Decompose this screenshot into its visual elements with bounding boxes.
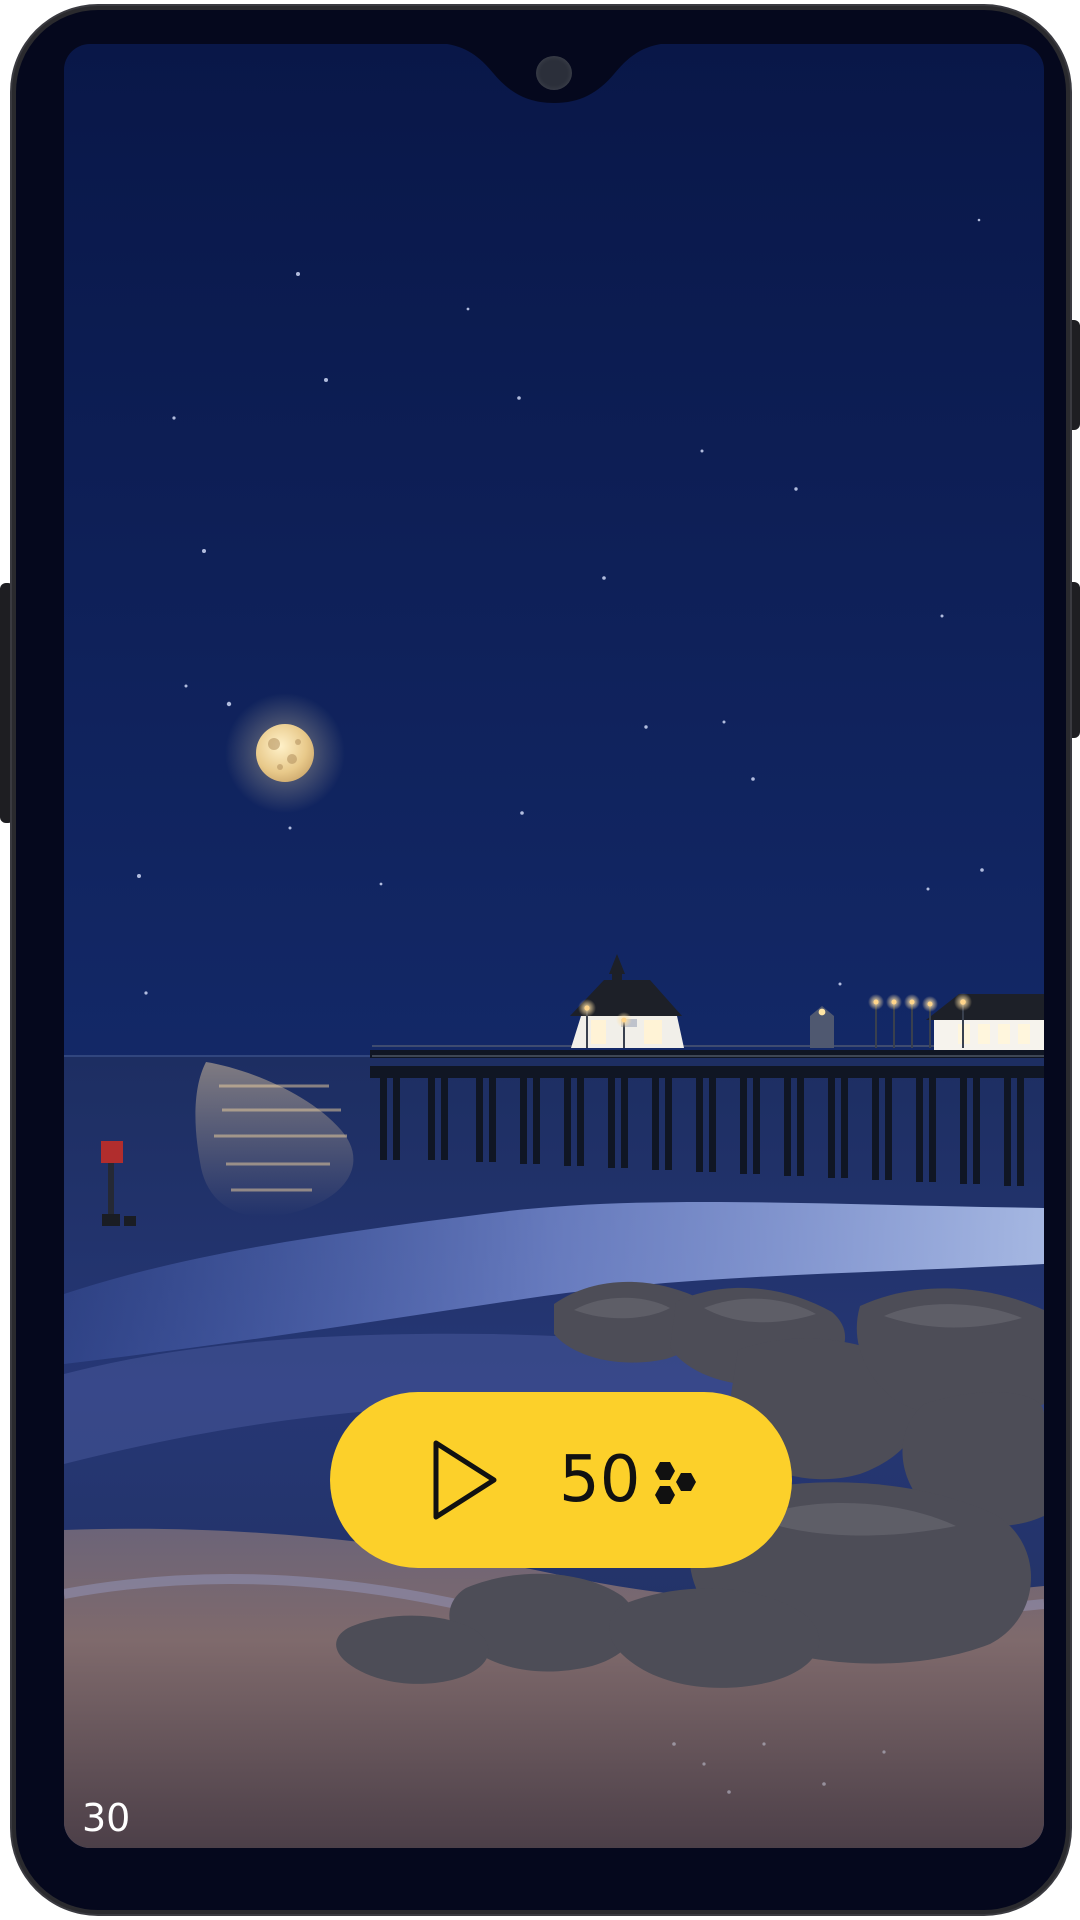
corner-counter: 30 (82, 1796, 131, 1840)
game-screen: 50 30 (64, 44, 1044, 1848)
play-cost-value: 50 (559, 1443, 641, 1517)
play-icon (433, 1440, 497, 1520)
play-button[interactable]: 50 (330, 1392, 792, 1568)
hexagon-cluster-icon (655, 1462, 696, 1504)
device-frame: 50 30 (0, 0, 1080, 1920)
night-beach-scene (64, 44, 1044, 1848)
phone-body: 50 30 (12, 6, 1070, 1914)
front-camera-icon (536, 56, 572, 90)
